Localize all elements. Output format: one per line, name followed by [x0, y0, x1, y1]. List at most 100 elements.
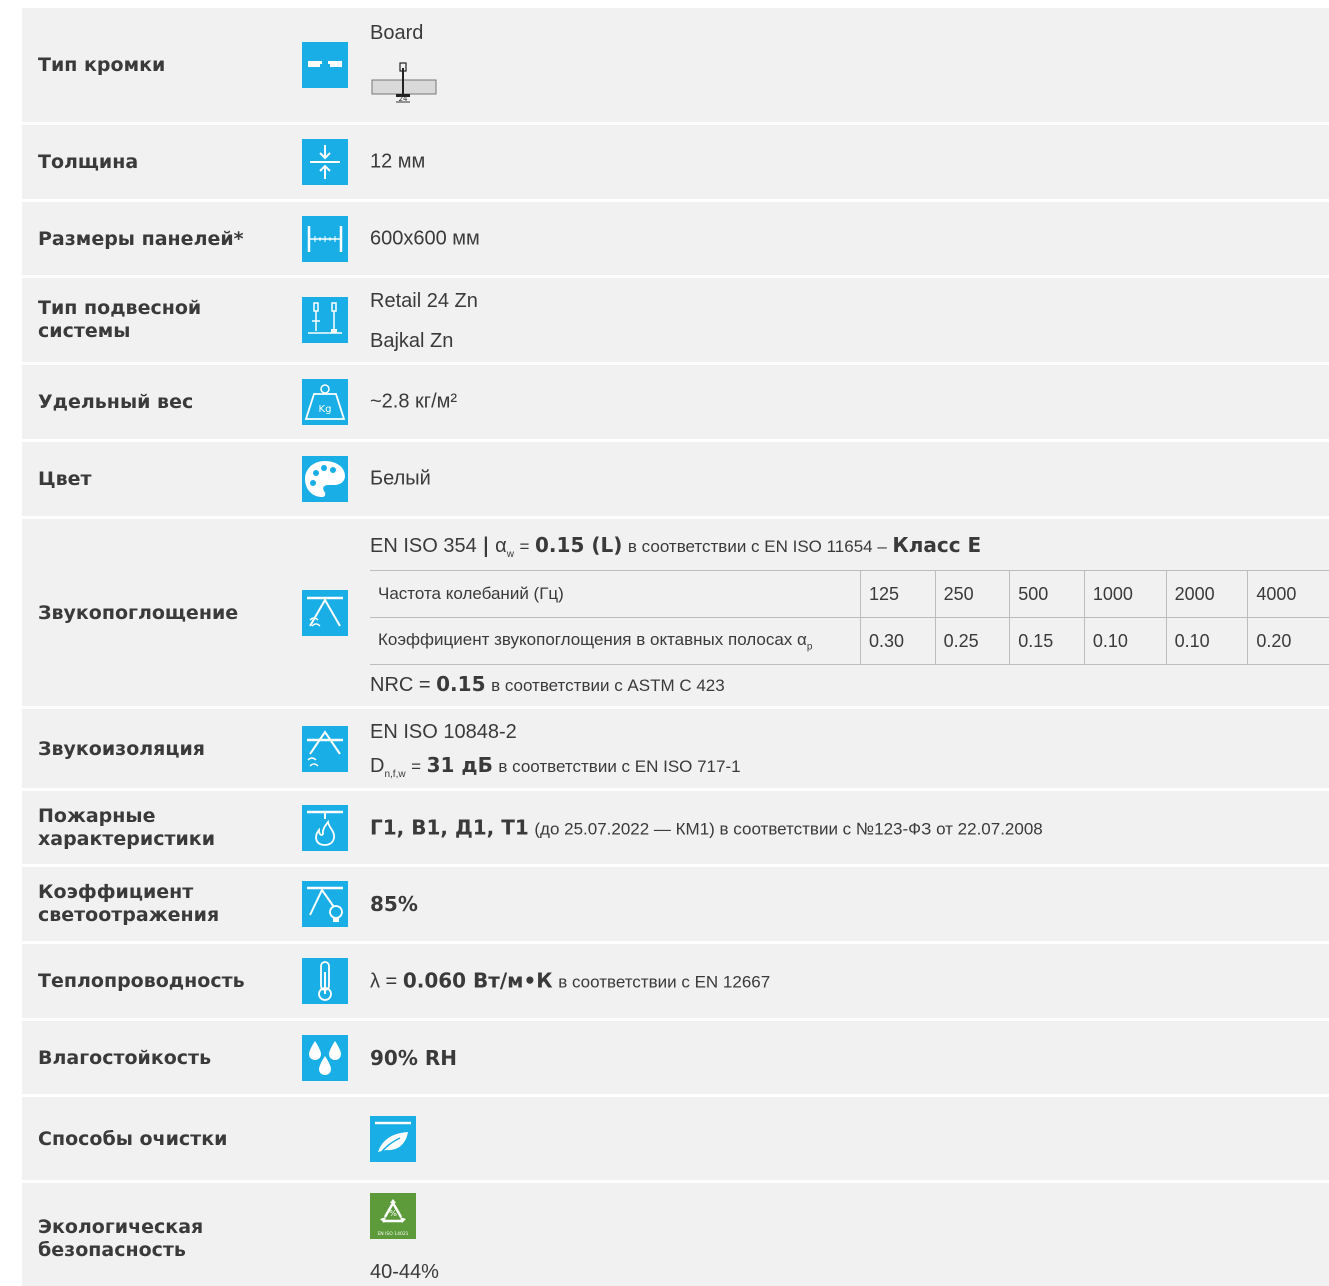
row-thickness: Толщина 12 мм — [22, 125, 1329, 199]
row-label: Тип подвесной системы — [38, 297, 202, 342]
row-label: Толщина — [38, 151, 139, 173]
frequency-header: Частота колебаний (Гц) — [370, 570, 861, 618]
suspension-value-1: Retail 24 Zn — [370, 290, 478, 312]
suspension-system-icon — [302, 297, 348, 343]
edge-type-icon — [302, 42, 348, 88]
row-sound-insulation: Звукоизоляция EN ISO 10848-2 Dn,f,w = 31… — [22, 709, 1329, 788]
row-cleaning: Способы очистки — [22, 1097, 1329, 1180]
thickness-icon — [302, 139, 348, 185]
weight-icon-text: Kg — [319, 404, 332, 415]
alpha-value: 0.15 (L) — [535, 533, 623, 557]
panel-size-icon — [302, 215, 348, 262]
svg-text:%: % — [389, 1209, 397, 1218]
frequency-cell: 4000 — [1247, 570, 1329, 618]
thickness-value: 12 мм — [370, 150, 426, 173]
coefficient-cell: 0.25 — [934, 617, 1010, 665]
row-label: Коэффициент светоотражения — [38, 881, 220, 926]
absorption-table: Частота колебаний (Гц) 125 250 500 1000 … — [370, 570, 1329, 665]
color-value: Белый — [370, 467, 431, 490]
light-reflection-value: 85% — [370, 892, 418, 916]
fire-line: Г1, В1, Д1, Т1 (до 25.07.2022 — КМ1) в с… — [370, 815, 1043, 840]
row-sound-absorption: Звукопоглощение EN ISO 354 | αw = 0.15 (… — [22, 519, 1329, 706]
row-label: Способы очистки — [38, 1127, 228, 1150]
d-sub: n,f,w — [384, 769, 406, 780]
coefficient-cell: 0.30 — [860, 617, 936, 665]
row-light-reflection: Коэффициент светоотражения 85% — [22, 867, 1329, 941]
absorption-separator: | — [482, 533, 490, 557]
row-label: Звукопоглощение — [38, 601, 239, 624]
thermometer-icon — [302, 958, 348, 1004]
thermal-line: λ = 0.060 Вт/м•К в соответствии с EN 126… — [370, 969, 770, 994]
fire-icon — [302, 804, 348, 851]
row-ecology: Экологическая безопасность % EN ISO 14021… — [22, 1183, 1329, 1286]
edge-profile-drawing: 24 — [371, 62, 437, 103]
sound-absorption-icon — [302, 589, 348, 636]
absorption-class: Класс E — [892, 533, 982, 557]
absorption-according: в соответствии с EN ISO 11654 – — [627, 537, 887, 556]
frequency-cell: 500 — [1009, 570, 1085, 618]
fire-details: (до 25.07.2022 — КМ1) в соответствии с №… — [534, 819, 1043, 838]
row-label: Цвет — [38, 468, 92, 490]
row-suspension: Тип подвесной системы Retail 24 Zn Bajka… — [22, 278, 1329, 362]
frequency-cell: 2000 — [1165, 570, 1248, 618]
light-reflection-icon — [302, 881, 348, 927]
palette-icon — [302, 456, 348, 502]
fire-value: Г1, В1, Д1, Т1 — [370, 815, 529, 839]
row-panel-size: Размеры панелей* 600x600 мм — [22, 202, 1329, 275]
frequency-cell: 1000 — [1083, 570, 1167, 618]
recycle-icon-text: EN ISO 14021 — [377, 1231, 408, 1237]
row-label: Звукоизоляция — [38, 737, 205, 760]
coefficient-header-cell: Коэффициент звукопоглощения в октавных п… — [370, 617, 861, 665]
row-label: Пожарные характеристики — [38, 804, 216, 850]
frequency-cell: 250 — [934, 570, 1010, 618]
frequency-row: Частота колебаний (Гц) 125 250 500 1000 … — [370, 570, 1329, 618]
edge-value: Board — [370, 22, 424, 44]
coefficient-cell: 0.10 — [1083, 617, 1167, 665]
sound-insulation-icon — [302, 725, 348, 772]
row-label: Удельный вес — [38, 391, 194, 413]
weight-icon: Kg — [302, 379, 348, 425]
coefficient-cell: 0.20 — [1247, 617, 1329, 665]
water-drops-icon — [302, 1034, 348, 1081]
row-label: Экологическая безопасность — [38, 1216, 204, 1261]
frequency-cell: 125 — [860, 570, 936, 618]
edge-dimension: 24 — [399, 95, 408, 103]
alpha-symbol: α — [495, 535, 507, 557]
row-label: Влагостойкость — [38, 1046, 212, 1069]
panel-size-value: 600x600 мм — [370, 227, 480, 249]
row-humidity: Влагостойкость 90% RH — [22, 1021, 1329, 1094]
row-color: Цвет Белый — [22, 442, 1329, 516]
thermal-according: в соответствии с EN 12667 — [558, 972, 771, 992]
row-label: Размеры панелей* — [38, 227, 244, 250]
row-weight: Удельный вес Kg ~2.8 кг/м² — [22, 365, 1329, 439]
coefficient-cell: 0.15 — [1009, 617, 1085, 665]
absorption-standard-line: EN ISO 354 | αw = 0.15 (L) в соответстви… — [370, 533, 981, 560]
row-label: Теплопроводность — [38, 970, 245, 992]
recycle-icon: % EN ISO 14021 — [370, 1193, 416, 1239]
insulation-value-line: Dn,f,w = 31 дБ в соответствии с EN ISO 7… — [370, 753, 741, 780]
lambda-symbol: λ = — [370, 970, 398, 993]
nrc-line: NRC = 0.15 в соответствии с ASTM C 423 — [370, 672, 725, 697]
thermal-value: 0.060 Вт/м•К — [402, 968, 553, 993]
suspension-value-2: Bajkal Zn — [370, 330, 454, 352]
coefficient-sub: p — [806, 641, 813, 653]
insulation-eq: = — [411, 757, 422, 776]
weight-value: ~2.8 кг/м² — [370, 390, 458, 413]
humidity-value: 90% RH — [370, 1045, 457, 1070]
coefficient-header: Коэффициент звукопоглощения в октавных п… — [378, 629, 807, 649]
insulation-standard: EN ISO 10848-2 — [370, 721, 517, 743]
nrc-label: NRC = — [370, 674, 431, 696]
absorption-eq: = — [519, 537, 530, 556]
alpha-sub: w — [506, 549, 514, 560]
coefficient-cell: 0.10 — [1165, 617, 1248, 665]
row-fire: Пожарные характеристики Г1, В1, Д1, Т1 (… — [22, 791, 1329, 864]
absorption-standard: EN ISO 354 — [370, 535, 477, 557]
insulation-according: в соответствии с EN ISO 717-1 — [498, 757, 741, 776]
d-symbol: D — [370, 755, 385, 777]
nrc-value: 0.15 — [436, 672, 486, 696]
nrc-standard: в соответствии с ASTM C 423 — [491, 676, 725, 695]
row-edge-type: Тип кромки Board 24 — [22, 8, 1329, 122]
cleaning-icon — [370, 1115, 416, 1162]
coefficient-row: Коэффициент звукопоглощения в октавных п… — [370, 617, 1329, 665]
ecology-value: 40-44% — [370, 1261, 439, 1283]
